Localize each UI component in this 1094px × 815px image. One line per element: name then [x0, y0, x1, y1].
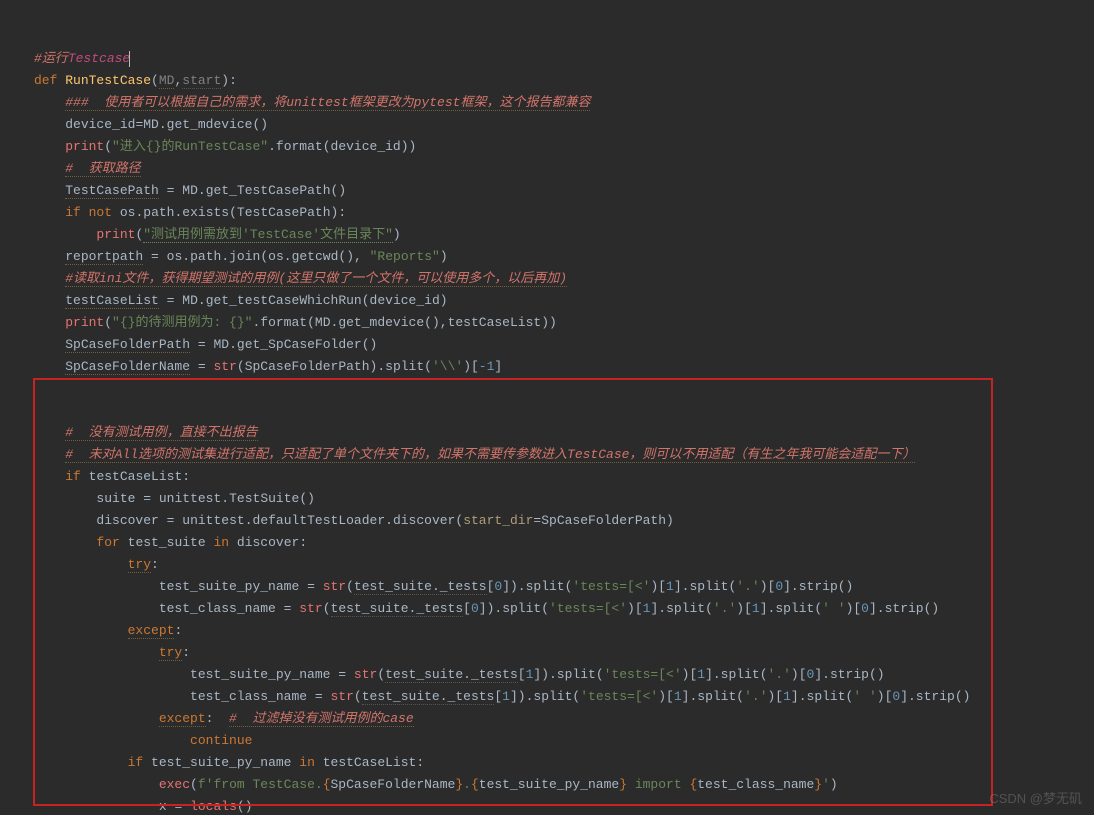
code-editor[interactable]: #运行Testcase def RunTestCase(MD,start): #… — [0, 0, 1094, 815]
keyword: def — [34, 73, 57, 88]
watermark: CSDN @梦无矶 — [989, 788, 1082, 807]
comment: #读取ini文件，获得期望测试的用例(这里只做了一个文件，可以使用多个，以后再加… — [65, 271, 567, 287]
selection-box — [33, 378, 993, 806]
comment: # 获取路径 — [65, 161, 140, 177]
comment: ### 使用者可以根据自己的需求，将unittest框架更改为pytest框架，… — [65, 95, 590, 111]
comment: #运行 — [34, 51, 68, 66]
func-name: RunTestCase — [65, 73, 151, 88]
text-cursor — [129, 51, 130, 67]
